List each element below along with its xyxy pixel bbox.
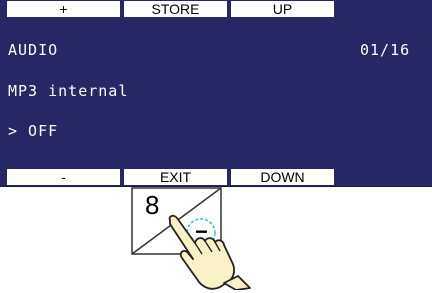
up-softkey[interactable]: UP — [231, 1, 334, 17]
menu-title: AUDIO — [8, 41, 59, 59]
down-softkey[interactable]: DOWN — [231, 169, 334, 185]
exit-softkey[interactable]: EXIT — [124, 169, 227, 185]
top-softkey-bar: + STORE UP — [0, 0, 432, 18]
lcd-screen: + STORE UP AUDIO 01/16 MP3 internal > OF… — [0, 0, 432, 187]
audio-source-name: MP3 internal — [8, 82, 129, 100]
store-softkey[interactable]: STORE — [124, 1, 227, 17]
setting-value: > OFF — [8, 122, 59, 140]
key-number-label: 8 — [145, 190, 160, 220]
plus-softkey[interactable]: + — [7, 1, 120, 17]
bottom-softkey-bar: - EXIT DOWN — [0, 168, 432, 186]
pointing-hand-icon — [168, 214, 251, 290]
page-indicator: 01/16 — [360, 41, 411, 59]
minus-softkey[interactable]: - — [7, 169, 120, 185]
